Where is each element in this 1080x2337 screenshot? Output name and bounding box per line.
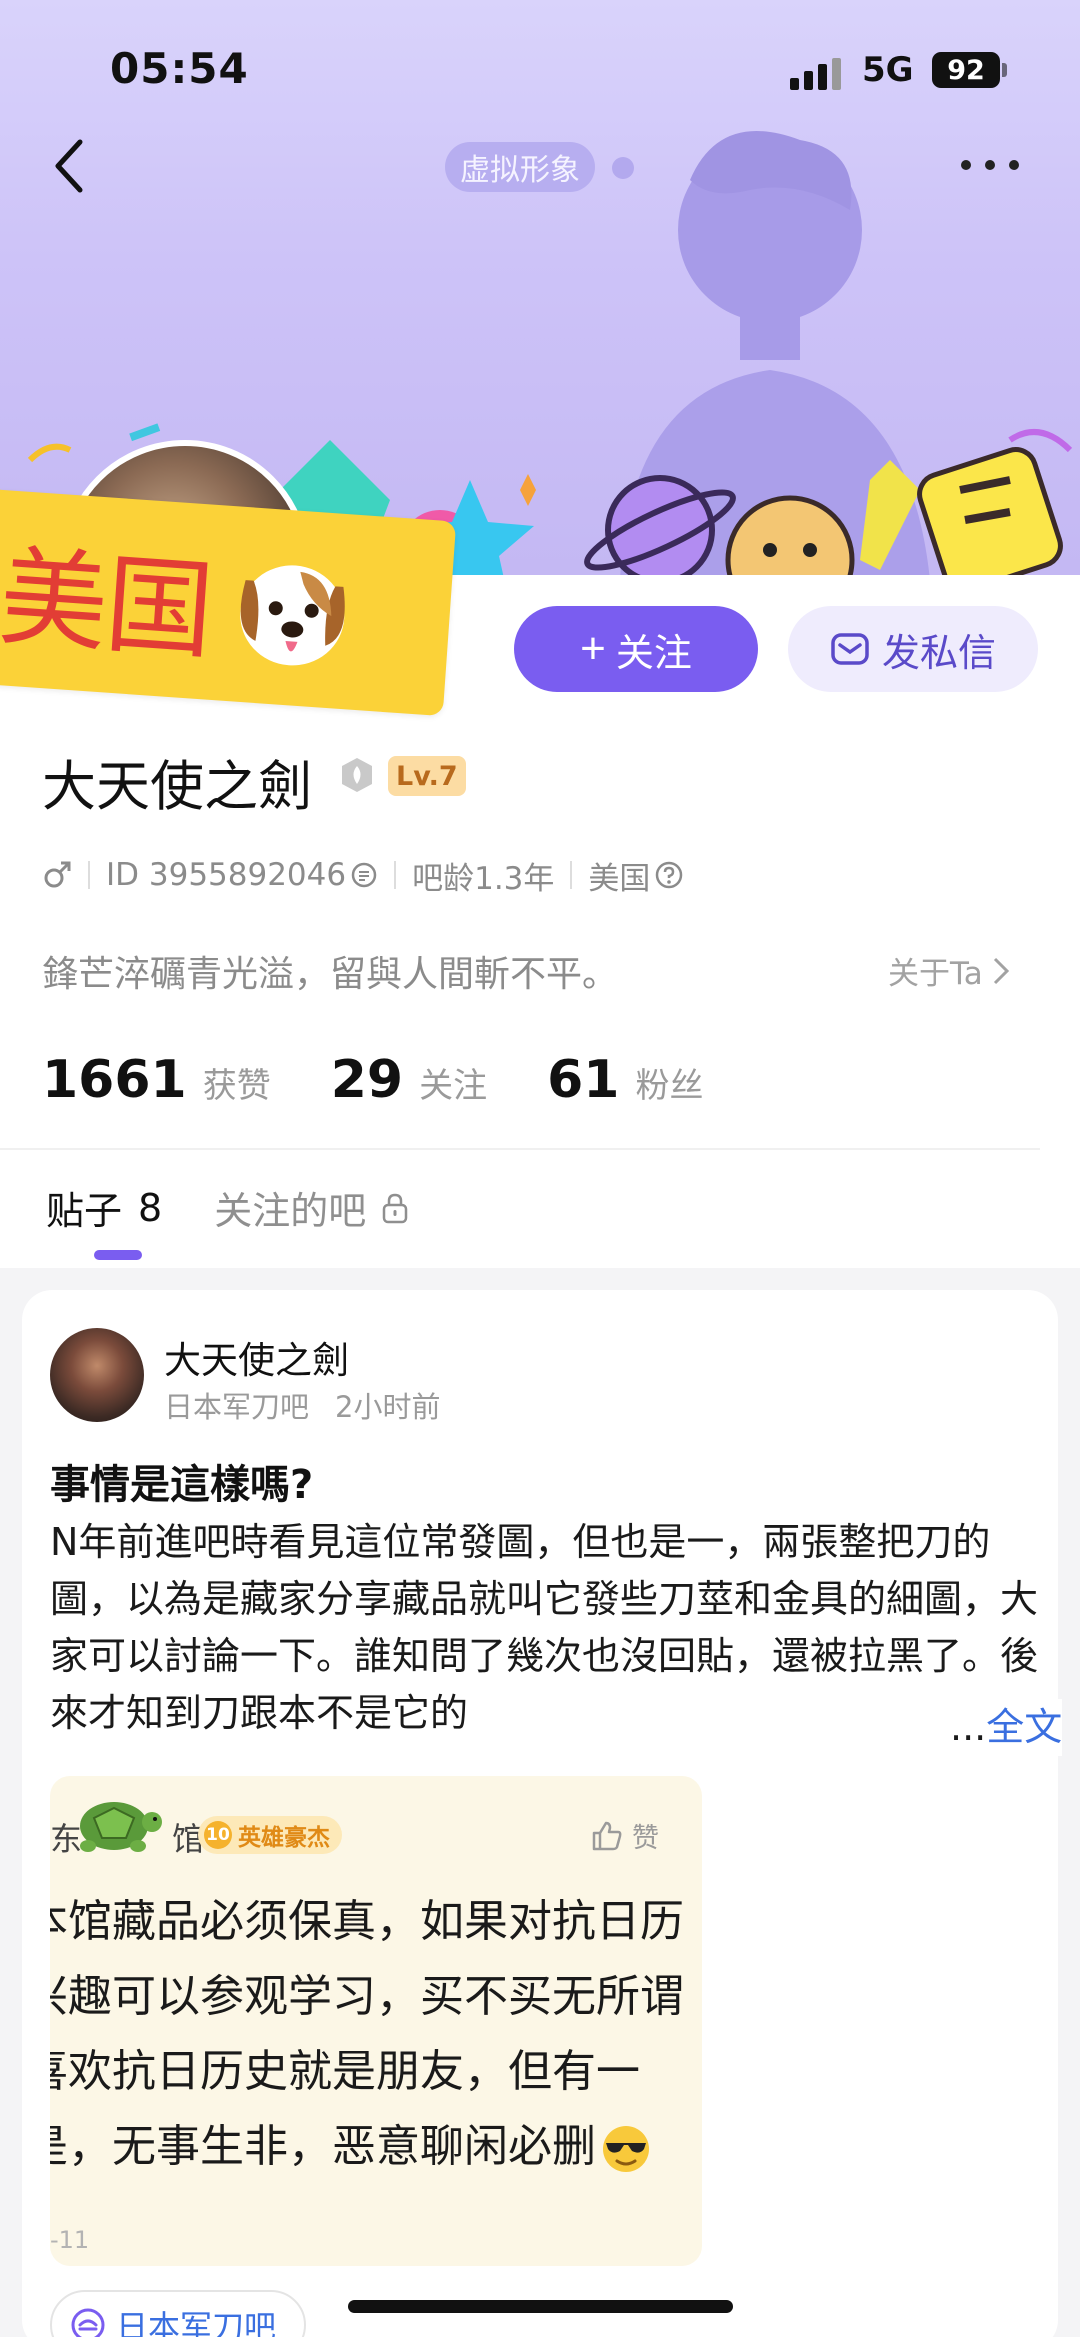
post-meta: 日本军刀吧 2小时前	[164, 1384, 440, 1426]
follow-label: 关注	[615, 632, 692, 675]
battery-icon: 92	[932, 52, 1000, 88]
tab-followed-bars-label: 关注的吧	[214, 1189, 367, 1233]
status-time: 05:54	[110, 44, 249, 93]
location-sticker: 美国	[0, 488, 457, 717]
quoted-post-card[interactable]: 东 馆 10 英雄豪杰 赞 本馆藏品必须保真，如果对抗日历 兴趣可以参观学习，买…	[50, 1776, 702, 2266]
stat-label: 关注	[419, 1066, 488, 1106]
back-arrow-icon[interactable]	[50, 138, 90, 194]
ellipsis: ...	[950, 1705, 987, 1749]
about-link[interactable]: 关于Ta	[888, 948, 1011, 993]
stat-value: 1661	[42, 1050, 187, 1110]
like-button[interactable]: 赞	[590, 1816, 659, 1855]
user-id: ID 3955892046	[106, 857, 347, 893]
quoted-text: 本馆藏品必须保真，如果对抗日历 兴趣可以参观学习，买不买无所谓 喜欢抗日历史就是…	[50, 1884, 702, 2184]
hero-badge: 10 英雄豪杰	[198, 1816, 342, 1854]
meta-separator	[88, 861, 90, 889]
turtle-icon	[80, 1802, 162, 1852]
bar-age: 吧龄1.3年	[412, 860, 555, 897]
home-indicator	[348, 2300, 733, 2313]
follow-button[interactable]: + 关注	[514, 606, 758, 692]
meta-separator	[570, 861, 573, 889]
stat-likes[interactable]: 1661 获赞	[42, 1050, 271, 1110]
plus-icon: +	[580, 624, 606, 673]
chip-dot	[612, 157, 634, 179]
profile-tabs: 贴子 8 关注的吧	[46, 1180, 410, 1235]
profile-meta: ID 3955892046 吧龄1.3年 美国	[42, 855, 684, 897]
dog-face-icon	[240, 564, 345, 665]
sticker-text: 美国	[0, 534, 216, 675]
help-icon[interactable]	[654, 860, 684, 890]
quoted-line: 本馆藏品必须保真，如果对抗日历	[50, 1896, 684, 1947]
tab-posts[interactable]: 贴子 8	[46, 1180, 162, 1235]
member-crown-icon	[342, 758, 372, 792]
send-message-button[interactable]: 发私信	[788, 606, 1038, 692]
post-body[interactable]: N年前進吧時看見這位常發圖，但也是一，兩張整把刀的圖，以為是藏家分享藏品就叫它發…	[50, 1514, 1040, 1742]
post-time: 2小时前	[335, 1390, 441, 1424]
quoted-date: -11	[50, 2226, 90, 2254]
message-icon	[831, 633, 869, 665]
quoted-line: 兴趣可以参观学习，买不买无所谓	[50, 1971, 684, 2022]
tab-posts-label: 贴子	[46, 1189, 123, 1233]
stat-value: 61	[547, 1050, 620, 1110]
stat-label: 获赞	[202, 1066, 271, 1106]
signal-icon	[790, 58, 841, 90]
quoted-line: 喜欢抗日历史就是朋友，但有一	[50, 2046, 640, 2097]
tab-posts-count: 8	[138, 1185, 163, 1230]
post-title[interactable]: 事情是這樣嗎?	[50, 1452, 313, 1510]
forum-icon	[71, 2308, 105, 2337]
post-forum[interactable]: 日本军刀吧	[164, 1390, 309, 1424]
stat-following[interactable]: 29 关注	[331, 1050, 487, 1110]
network-type: 5G	[862, 50, 914, 90]
stat-value: 29	[330, 1050, 404, 1110]
stat-label: 粉丝	[635, 1066, 704, 1106]
post-expand[interactable]: ...全文	[910, 1699, 1063, 1756]
sunglasses-emoji-icon	[603, 2126, 649, 2172]
male-gender-icon	[44, 861, 71, 888]
virtual-avatar-chip[interactable]: 虚拟形象	[445, 142, 595, 192]
quoted-line-last: 是，无事生非，恶意聊闲必删	[50, 2109, 702, 2184]
battery-tip	[1002, 63, 1007, 77]
tab-followed-bars[interactable]: 关注的吧	[214, 1180, 410, 1235]
lock-icon	[382, 1193, 408, 1223]
thumbs-up-icon	[592, 1821, 622, 1850]
chevron-right-icon	[993, 957, 1009, 984]
message-label: 发私信	[881, 632, 996, 675]
forum-tag-label: 日本军刀吧	[116, 2308, 277, 2337]
quoted-line: 是，无事生非，恶意聊闲必删	[50, 2121, 596, 2172]
active-tab-indicator	[94, 1250, 142, 1260]
badge-label: 英雄豪杰	[238, 1825, 330, 1851]
stat-followers[interactable]: 61 粉丝	[547, 1050, 703, 1110]
copy-id-icon[interactable]	[350, 861, 378, 889]
forum-tag[interactable]: 日本军刀吧	[50, 2290, 307, 2337]
divider	[0, 1148, 1040, 1150]
profile-stats: 1661 获赞 29 关注 61 粉丝	[42, 1050, 763, 1110]
profile-name: 大天使之劍	[42, 755, 312, 818]
profile-bio: 鋒芒淬礪青光溢，留與人間斬不平。	[42, 954, 619, 995]
post-author-name[interactable]: 大天使之劍	[164, 1330, 349, 1384]
read-full-link[interactable]: 全文	[986, 1705, 1062, 1749]
ip-location: 美国	[588, 860, 651, 897]
post-author-avatar[interactable]	[50, 1328, 144, 1422]
like-label: 赞	[632, 1823, 659, 1854]
about-label: 关于Ta	[888, 956, 983, 992]
meta-separator	[394, 861, 397, 889]
level-badge: Lv.7	[388, 756, 466, 796]
badge-level: 10	[204, 1821, 232, 1849]
more-options-icon[interactable]	[958, 156, 1022, 174]
